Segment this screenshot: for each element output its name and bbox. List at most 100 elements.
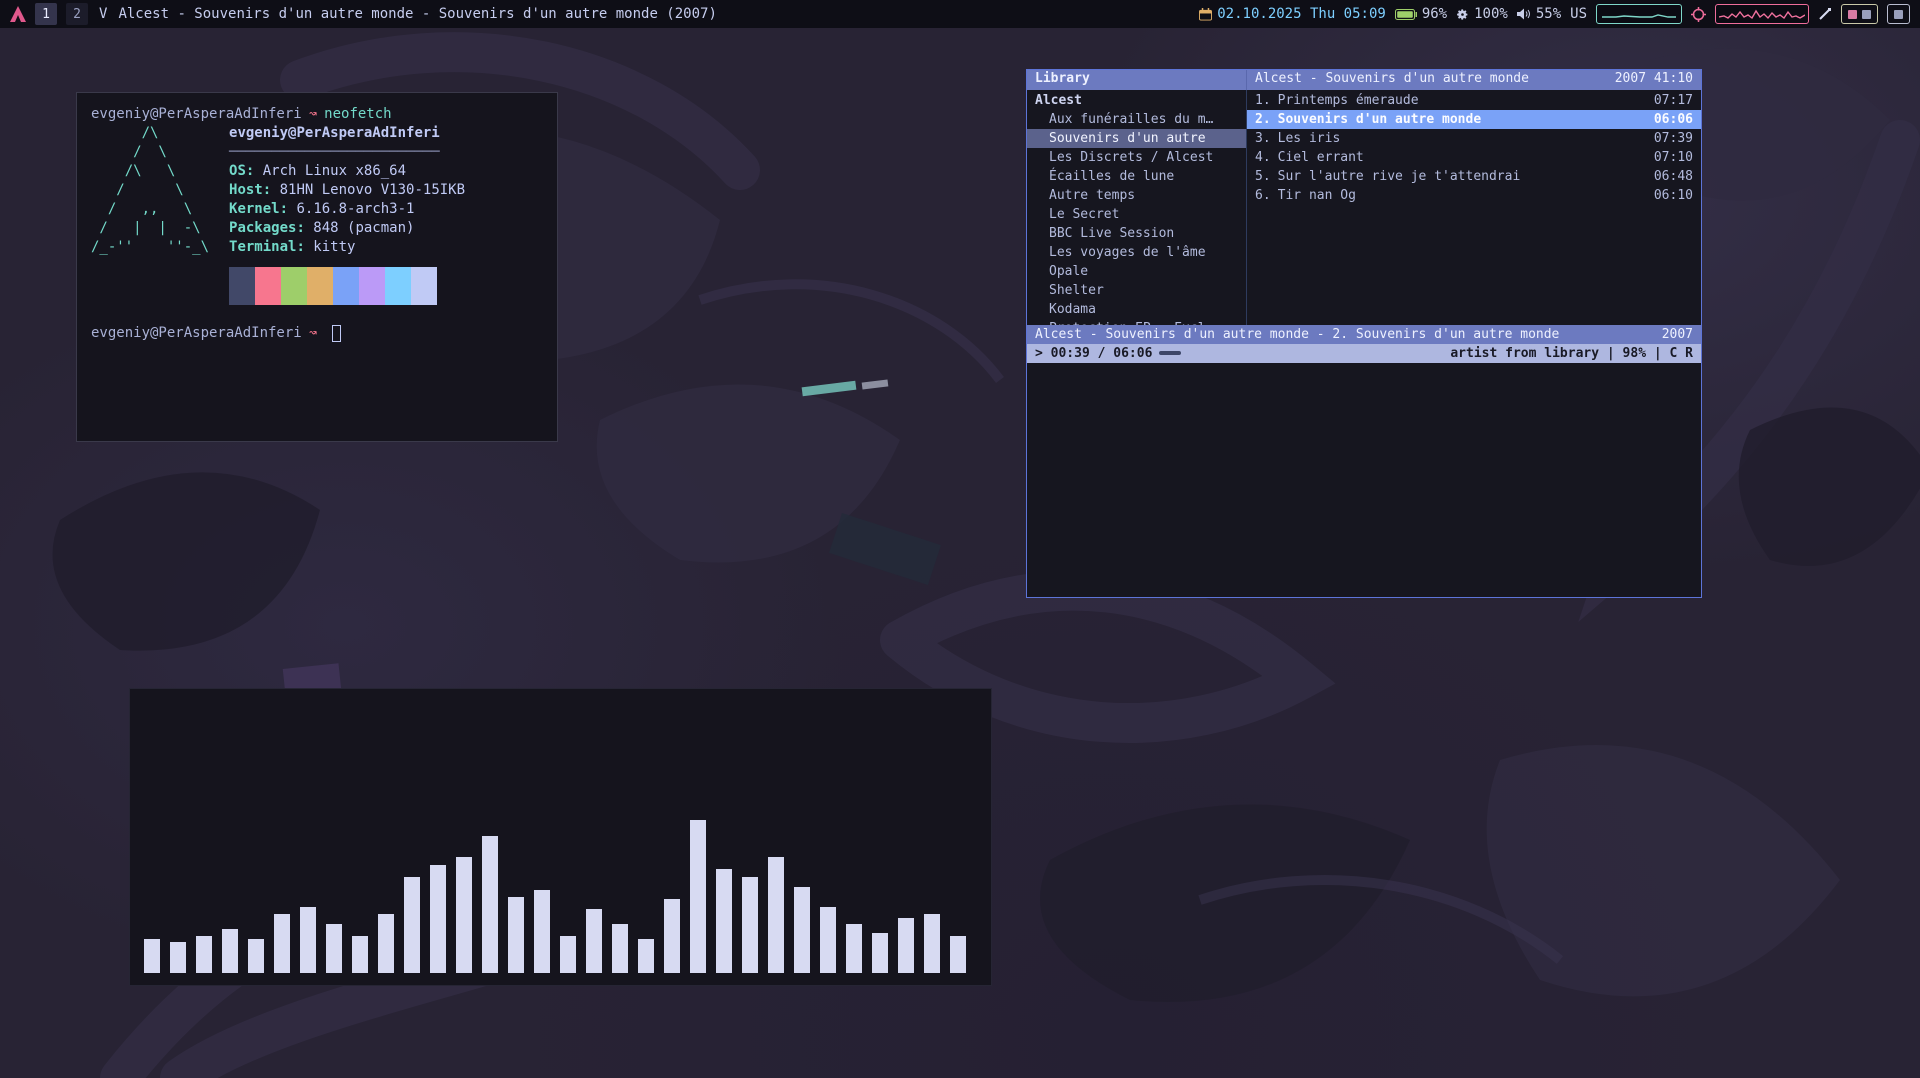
viz-bar (508, 897, 524, 973)
viz-bar (872, 933, 888, 973)
net-graph-line (1602, 14, 1676, 18)
library-item[interactable]: Aux funérailles du m… (1027, 110, 1246, 129)
audio-graph-widget[interactable] (1715, 4, 1809, 24)
pen-icon[interactable] (1818, 7, 1832, 21)
palette-swatch (255, 286, 282, 305)
viz-bar (430, 865, 446, 973)
library-item[interactable]: Opale (1027, 262, 1246, 281)
palette-swatch (385, 267, 412, 286)
viz-bar (196, 936, 212, 973)
album-pane-header: Alcest - Souvenirs d'un autre monde 2007… (1247, 70, 1701, 90)
viz-bar (924, 914, 940, 973)
library-item[interactable]: Shelter (1027, 281, 1246, 300)
viz-bar (534, 890, 550, 973)
status-track-title: Alcest - Souvenirs d'un autre monde - 2.… (1035, 326, 1560, 342)
library-item[interactable]: Les voyages de l'âme (1027, 243, 1246, 262)
calendar-icon (1199, 7, 1213, 21)
palette-swatch (229, 286, 256, 305)
crosshair-icon[interactable] (1691, 6, 1706, 22)
terminal-cursor (332, 325, 342, 342)
keyboard-layout[interactable]: US (1570, 6, 1587, 22)
track-row[interactable]: 6. Tir nan Og 06:10 (1247, 186, 1701, 205)
library-item[interactable]: BBC Live Session (1027, 224, 1246, 243)
volume-widget[interactable]: 55% (1516, 6, 1561, 22)
library-pane[interactable]: Alcest Aux funérailles du m… Souvenirs d'u… (1027, 90, 1247, 325)
terminal-prompt-line: evgeniy@PerAsperaAdInferi ↝ neofetch (91, 105, 543, 124)
visualizer-window[interactable] (129, 688, 992, 986)
palette-swatch (307, 286, 334, 305)
viz-bar (820, 907, 836, 973)
prompt-arrow-icon: ↝ (308, 106, 318, 122)
viz-bar (664, 899, 680, 973)
viz-bar (248, 939, 264, 973)
viz-bar (768, 857, 784, 973)
progress-bar[interactable]: > 00:39 / 06:06 artist from library | 98… (1027, 343, 1701, 363)
workspace-1[interactable]: 1 (35, 3, 57, 25)
viz-bar (950, 936, 966, 973)
neofetch-title: evgeniy@PerAsperaAdInferi (229, 125, 440, 141)
progress-dash (1159, 351, 1182, 355)
neofetch-output: /\ / \ /\ \ / \ / ,, \ / | | -\ /_-'' ''… (91, 124, 543, 305)
neofetch-info-line: OS: Arch Linux x86_64 (229, 163, 407, 179)
viz-bar (612, 924, 628, 973)
player-mode-flags: artist from library | 98% | C R (1450, 345, 1693, 361)
speaker-icon (1516, 8, 1531, 20)
tray-icon[interactable] (1848, 9, 1857, 19)
viz-bar (144, 939, 160, 973)
tray-icon[interactable] (1862, 9, 1871, 19)
neofetch-info-line: Host: 81HN Lenovo V130-15IKB (229, 182, 466, 198)
palette-swatch (385, 286, 412, 305)
neofetch-ascii-logo: /\ / \ /\ \ / \ / ,, \ / | | -\ /_-'' ''… (91, 125, 210, 255)
systray-box-2[interactable] (1887, 4, 1910, 24)
terminal-prompt-line[interactable]: evgeniy@PerAsperaAdInferi ↝ (91, 324, 543, 343)
track-row[interactable]: 4. Ciel errant 07:10 (1247, 148, 1701, 167)
window-title: Alcest - Souvenirs d'un autre monde - So… (118, 6, 717, 22)
cpu-percent: 100% (1474, 6, 1508, 22)
library-item[interactable]: Le Secret (1027, 205, 1246, 224)
systray-box-1[interactable] (1841, 4, 1878, 24)
track-row[interactable]: 1. Printemps émeraude 07:17 (1247, 91, 1701, 110)
clock-widget[interactable]: 02.10.2025 Thu 05:09 (1199, 6, 1386, 22)
viz-bar (690, 820, 706, 973)
layout-indicator[interactable]: V (99, 6, 107, 22)
command-text: neofetch (324, 106, 392, 122)
track-pane[interactable]: 1. Printemps émeraude 07:17 2. Souvenirs d'u… (1247, 90, 1701, 325)
command-line[interactable] (1027, 362, 1701, 597)
viz-bar (300, 907, 316, 973)
arch-logo-icon[interactable] (10, 6, 26, 22)
viz-bar (274, 914, 290, 973)
library-item[interactable]: Autre temps (1027, 186, 1246, 205)
clock-text: 02.10.2025 Thu 05:09 (1217, 6, 1386, 22)
library-item[interactable]: Alcest (1027, 91, 1246, 110)
viz-bar (586, 909, 602, 973)
palette-swatch (281, 267, 308, 286)
prompt-arrow-icon: ↝ (308, 325, 318, 341)
viz-bar (560, 936, 576, 973)
battery-percent: 96% (1421, 6, 1448, 22)
library-item[interactable]: Kodama (1027, 300, 1246, 319)
viz-bar (898, 918, 914, 973)
viz-bar (378, 914, 394, 973)
neofetch-info: evgeniy@PerAsperaAdInferi ──────────────… (229, 124, 465, 305)
prompt-user: evgeniy@PerAsperaAdInferi (91, 106, 302, 122)
track-row[interactable]: 5. Sur l'autre rive je t'attendrai 06:48 (1247, 167, 1701, 186)
palette-swatch (307, 267, 334, 286)
library-item[interactable]: Souvenirs d'un autre (1027, 129, 1246, 148)
net-graph-widget[interactable] (1596, 4, 1682, 24)
battery-widget[interactable]: 96% (1394, 6, 1448, 22)
viz-bar (222, 929, 238, 973)
workspace-2[interactable]: 2 (66, 3, 88, 25)
status-year: 2007 (1661, 326, 1693, 342)
cpu-widget[interactable]: 100% (1456, 6, 1508, 22)
cmus-window[interactable]: Library Alcest - Souvenirs d'un autre mo… (1026, 69, 1702, 598)
library-pane-header: Library (1027, 70, 1247, 90)
tray-icon[interactable] (1894, 9, 1903, 19)
track-row[interactable]: 3. Les iris 07:39 (1247, 129, 1701, 148)
track-row[interactable]: 2. Souvenirs d'un autre monde 06:06 (1247, 110, 1701, 129)
terminal-window[interactable]: evgeniy@PerAsperaAdInferi ↝ neofetch /\ / … (76, 92, 558, 442)
palette-swatch (255, 267, 282, 286)
library-item[interactable]: Écailles de lune (1027, 167, 1246, 186)
audio-graph-line (1719, 9, 1805, 20)
battery-icon (1394, 8, 1417, 20)
library-item[interactable]: Les Discrets / Alcest (1027, 148, 1246, 167)
